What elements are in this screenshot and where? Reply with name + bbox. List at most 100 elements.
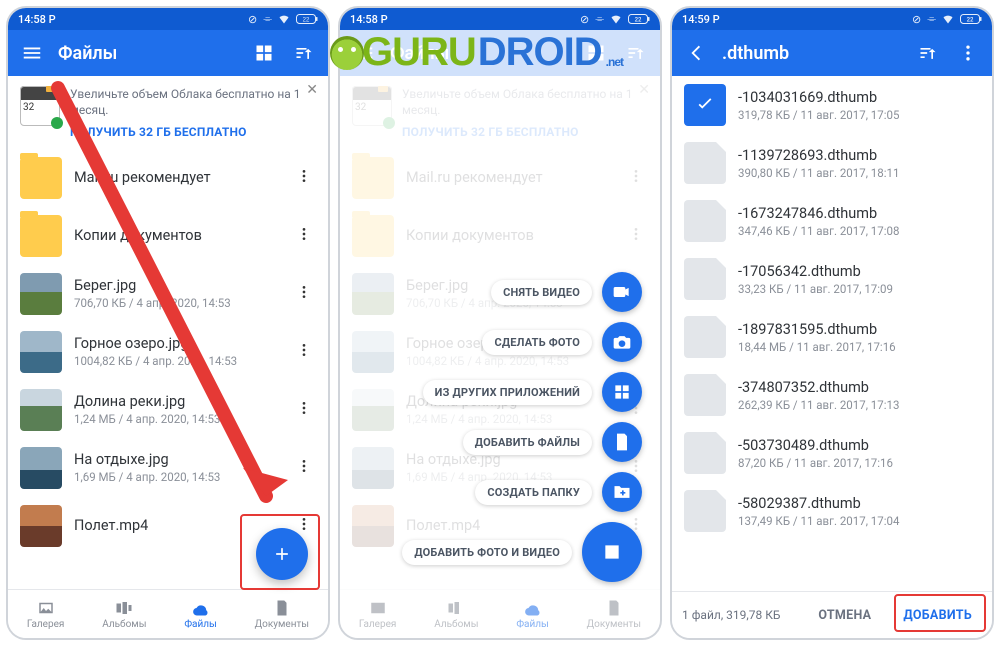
photo-thumb (20, 447, 62, 489)
camera-icon[interactable] (602, 322, 642, 362)
list-item[interactable]: Mail.ru рекомендует (8, 149, 328, 207)
status-time: 14:58 (18, 13, 46, 26)
item-sub: 1,24 МБ / 4 апр. 2020, 14:53 (74, 412, 280, 426)
more-icon[interactable] (292, 396, 316, 424)
item-name: -1034031669.dthumb (738, 89, 980, 106)
page-title: Файлы (58, 43, 238, 64)
item-name: -1673247846.dthumb (738, 205, 980, 222)
add-button[interactable]: ДОБАВИТЬ (893, 602, 982, 629)
list-item[interactable]: Долина реки.jpg1,24 МБ / 4 апр. 2020, 14… (8, 381, 328, 439)
file-icon[interactable] (602, 422, 642, 462)
vowifi-icon: ⌯ (595, 12, 604, 26)
more-icon[interactable] (292, 454, 316, 482)
list-item[interactable]: Горное озеро.jpg1004,82 КБ / 4 апр. 2020… (8, 323, 328, 381)
file-icon[interactable] (684, 316, 726, 358)
nav-files[interactable]: Файлы (184, 599, 216, 630)
action-take-photo[interactable]: СДЕЛАТЬ ФОТО (482, 330, 592, 355)
list-item[interactable]: -1897831595.dthumb18,44 МБ / 11 авг. 201… (672, 308, 992, 366)
action-record-video[interactable]: СНЯТЬ ВИДЕО (491, 280, 592, 305)
battery-icon: 22 (296, 13, 318, 25)
list-item[interactable]: -1139728693.dthumb390,80 КБ / 11 авг. 20… (672, 134, 992, 192)
action-add-files[interactable]: ДОБАВИТЬ ФАЙЛЫ (463, 430, 592, 455)
file-icon[interactable] (684, 258, 726, 300)
grid-view-icon[interactable] (250, 39, 278, 67)
new-folder-icon[interactable] (602, 472, 642, 512)
action-other-apps[interactable]: ИЗ ДРУГИХ ПРИЛОЖЕНИЙ (423, 380, 592, 405)
battery-icon: 22 (628, 13, 650, 25)
status-carrier: P (49, 13, 56, 26)
status-time: 14:58 (350, 13, 378, 26)
list-item[interactable]: На отдыхе.jpg1,69 МБ / 4 апр. 2020, 14:5… (8, 439, 328, 497)
photo-thumb (20, 505, 62, 547)
svg-text:22: 22 (635, 17, 642, 24)
item-sub: 137,49 КБ / 11 авг. 2017, 17:04 (738, 514, 980, 528)
image-icon[interactable] (582, 522, 642, 582)
list-item[interactable]: -17056342.dthumb33,23 КБ / 11 авг. 2017,… (672, 250, 992, 308)
app-bar: Файлы (8, 30, 328, 76)
selection-summary: 1 файл, 319,78 КБ (682, 608, 781, 622)
list-item[interactable]: -503730489.dthumb87,20 КБ / 11 авг. 2017… (672, 424, 992, 482)
file-icon[interactable] (684, 142, 726, 184)
sort-icon[interactable] (290, 39, 318, 67)
item-sub: 390,80 КБ / 11 авг. 2017, 18:11 (738, 166, 980, 180)
promo-cta[interactable]: ПОЛУЧИТЬ 32 ГБ БЕСПЛАТНО (70, 124, 316, 140)
screen-1: 14:58 P ⊘ ⌯ 22 Файлы Увеличьте объем Обл… (6, 6, 330, 640)
close-icon: ✕ (638, 82, 650, 98)
more-icon[interactable] (292, 164, 316, 192)
dnd-icon: ⊘ (912, 13, 921, 26)
nav-gallery[interactable]: Галерея (27, 599, 64, 630)
cancel-button[interactable]: ОТМЕНА (808, 602, 881, 629)
grid-view-icon[interactable] (582, 39, 610, 67)
item-name: На отдыхе.jpg (74, 451, 280, 468)
more-icon[interactable] (954, 39, 982, 67)
sort-icon[interactable] (622, 39, 650, 67)
item-sub: 706,70 КБ / 4 апр. 2020, 14:53 (74, 296, 280, 310)
action-add-media[interactable]: ДОБАВИТЬ ФОТО И ВИДЕО (402, 540, 572, 565)
file-icon[interactable] (684, 200, 726, 242)
fab-add[interactable] (256, 528, 308, 580)
checkbox-selected-icon[interactable] (684, 84, 726, 126)
nav-albums: Альбомы (434, 599, 478, 630)
videocam-icon[interactable] (602, 272, 642, 312)
list-item[interactable]: -374807352.dthumb262,39 КБ / 11 авг. 201… (672, 366, 992, 424)
more-icon[interactable] (624, 222, 648, 250)
nav-docs[interactable]: Документы (255, 599, 309, 630)
file-icon[interactable] (684, 432, 726, 474)
list-item[interactable]: Mail.ru рекомендует (340, 149, 660, 207)
file-icon[interactable] (684, 490, 726, 532)
photo-thumb (20, 389, 62, 431)
file-list: Mail.ru рекомендуетКопии документовБерег… (8, 149, 328, 589)
wifi-icon (610, 13, 622, 25)
item-name: -374807352.dthumb (738, 379, 980, 396)
item-name: Берег.jpg (74, 277, 280, 294)
more-icon[interactable] (292, 338, 316, 366)
sort-icon[interactable] (914, 39, 942, 67)
back-icon[interactable] (682, 39, 710, 67)
folder-icon (20, 215, 62, 257)
menu-icon[interactable] (350, 39, 378, 67)
list-item[interactable]: Копии документов (340, 207, 660, 265)
menu-icon[interactable] (18, 39, 46, 67)
item-name: -17056342.dthumb (738, 263, 980, 280)
list-item[interactable]: -58029387.dthumb137,49 КБ / 11 авг. 2017… (672, 482, 992, 540)
list-item[interactable]: -1034031669.dthumb 319,78 КБ / 11 авг. 20… (672, 76, 992, 134)
close-icon[interactable]: ✕ (306, 82, 318, 98)
status-bar: 14:58 P ⊘ ⌯ 22 (340, 8, 660, 30)
list-item[interactable]: -1673247846.dthumb347,46 КБ / 11 авг. 20… (672, 192, 992, 250)
bottom-nav: Галерея Альбомы Файлы Документы (340, 589, 660, 638)
wifi-icon (278, 13, 290, 25)
item-sub: 319,78 КБ / 11 авг. 2017, 17:05 (738, 108, 980, 122)
page-title: .dthumb (722, 43, 902, 64)
list-item[interactable]: Берег.jpg 706,70 КБ / 4 апр. 2020, 14:53 (8, 265, 328, 323)
file-icon[interactable] (684, 374, 726, 416)
more-icon[interactable] (292, 222, 316, 250)
more-icon[interactable] (292, 280, 316, 308)
app-bar: Файлы (340, 30, 660, 76)
item-name: Полет.mp4 (74, 517, 280, 534)
nav-albums[interactable]: Альбомы (102, 599, 146, 630)
apps-icon[interactable] (602, 372, 642, 412)
more-icon[interactable] (624, 164, 648, 192)
action-create-folder[interactable]: СОЗДАТЬ ПАПКУ (475, 480, 592, 505)
nav-docs: Документы (587, 599, 641, 630)
list-item[interactable]: Копии документов (8, 207, 328, 265)
